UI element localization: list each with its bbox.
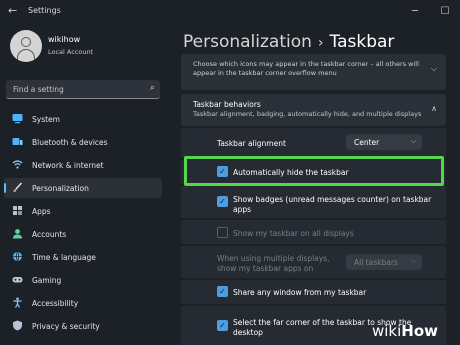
share-window-label[interactable]: Share any window from my taskbar xyxy=(233,288,366,297)
chevron-down-icon: ⌵ xyxy=(410,137,416,145)
search-placeholder: Find a setting xyxy=(13,85,64,94)
sidebar-item-bluetooth[interactable]: Bluetooth & devices xyxy=(4,132,162,152)
all-displays-checkbox[interactable] xyxy=(217,227,228,238)
sidebar-item-personalization[interactable]: Personalization xyxy=(4,178,162,198)
page-title: Personalization › Taskbar xyxy=(183,32,394,52)
share-window-checkbox[interactable]: ✓ xyxy=(217,286,228,297)
sidebar-item-label: Gaming xyxy=(32,276,62,285)
section-subtitle: Taskbar alignment, badging, automaticall… xyxy=(193,110,422,118)
taskbar-alignment-label: Taskbar alignment xyxy=(217,139,286,148)
sidebar-item-gaming[interactable]: Gaming xyxy=(4,270,162,290)
monitor-icon xyxy=(12,113,23,124)
sidebar-item-apps[interactable]: Apps xyxy=(4,201,162,221)
window-controls: ─ ☐ xyxy=(400,0,460,22)
breadcrumb-parent[interactable]: Personalization xyxy=(183,32,312,52)
sidebar-item-label: Personalization xyxy=(32,184,89,193)
breadcrumb-current: Taskbar xyxy=(329,32,395,52)
apps-icon xyxy=(12,205,23,216)
title-bar: ← Settings ─ ☐ xyxy=(0,0,460,24)
search-icon: ⌕ xyxy=(149,83,155,93)
sidebar-item-accounts[interactable]: Accounts xyxy=(4,224,162,244)
badges-checkbox[interactable]: ✓ xyxy=(217,196,228,207)
sidebar-item-time-language[interactable]: Time & language xyxy=(4,247,162,267)
back-arrow-icon[interactable]: ← xyxy=(8,4,17,17)
dropdown-value: Center xyxy=(354,138,380,147)
breadcrumb-separator: › xyxy=(317,35,324,51)
avatar-shoulders-shape xyxy=(17,49,35,62)
corner-overflow-card[interactable]: Choose which icons may appear in the tas… xyxy=(181,54,446,90)
section-title: Taskbar behaviors xyxy=(193,100,261,109)
sidebar-item-label: Network & internet xyxy=(32,161,104,170)
main-content: Personalization › Taskbar Choose which ico… xyxy=(170,24,460,345)
share-window-row: ✓ Share any window from my taskbar xyxy=(181,280,446,304)
taskbar-alignment-dropdown[interactable]: Center ⌵ xyxy=(346,134,422,150)
sidebar-item-label: Bluetooth & devices xyxy=(32,138,108,147)
account-type: Local Account xyxy=(48,48,94,56)
avatar-head-shape xyxy=(21,37,31,47)
shield-icon xyxy=(12,320,23,331)
checkmark-icon: ✓ xyxy=(219,196,226,206)
all-displays-label: Show my taskbar on all displays xyxy=(233,229,354,238)
badges-label[interactable]: Show badges (unread messages counter) on… xyxy=(233,195,433,215)
accessibility-icon xyxy=(12,297,23,308)
minimize-icon[interactable]: ─ xyxy=(400,0,430,22)
checkmark-icon: ✓ xyxy=(219,320,226,330)
active-indicator xyxy=(4,183,6,193)
sidebar-item-accessibility[interactable]: Accessibility xyxy=(4,293,162,313)
brush-icon xyxy=(12,182,23,193)
all-displays-row: Show my taskbar on all displays xyxy=(181,220,446,244)
taskbar-alignment-row: Taskbar alignment Center ⌵ xyxy=(181,128,446,158)
sidebar: wikihow Local Account Find a setting ⌕ S… xyxy=(0,24,170,345)
accounts-icon xyxy=(12,228,23,239)
globe-icon xyxy=(12,251,23,262)
chevron-down-icon: ⌵ xyxy=(410,257,416,265)
multi-display-row: When using multiple displays, show my ta… xyxy=(181,246,446,278)
far-corner-checkbox[interactable]: ✓ xyxy=(217,320,228,331)
gamepad-icon xyxy=(12,274,23,285)
bluetooth-icon xyxy=(12,136,23,147)
checkmark-icon: ✓ xyxy=(219,286,226,296)
chevron-up-icon[interactable]: ∧ xyxy=(431,104,437,113)
watermark-part1: wiki xyxy=(372,322,402,340)
avatar[interactable] xyxy=(10,30,42,62)
dropdown-value: All taskbars xyxy=(354,258,398,267)
maximize-icon[interactable]: ☐ xyxy=(430,0,460,22)
sidebar-item-label: Time & language xyxy=(32,253,96,262)
sidebar-item-label: Accounts xyxy=(32,230,67,239)
wifi-icon xyxy=(12,159,23,170)
sidebar-item-privacy[interactable]: Privacy & security xyxy=(4,316,162,336)
sidebar-item-system[interactable]: System xyxy=(4,109,162,129)
watermark-part2: How xyxy=(401,322,439,340)
multi-display-label: When using multiple displays, show my ta… xyxy=(217,254,330,273)
window-title: Settings xyxy=(28,6,61,15)
highlight-box xyxy=(184,156,444,186)
sidebar-item-label: Privacy & security xyxy=(32,322,100,331)
search-input[interactable]: Find a setting ⌕ xyxy=(6,80,160,99)
chevron-down-icon[interactable]: ⌵ xyxy=(431,64,437,74)
multi-display-dropdown[interactable]: All taskbars ⌵ xyxy=(346,254,422,270)
badges-row: ✓ Show badges (unread messages counter) … xyxy=(181,186,446,218)
wikihow-watermark: wikiHow xyxy=(372,322,438,340)
sidebar-item-network[interactable]: Network & internet xyxy=(4,155,162,175)
sidebar-item-label: Apps xyxy=(32,207,51,216)
sidebar-item-label: System xyxy=(32,115,60,124)
sidebar-item-label: Accessibility xyxy=(32,299,79,308)
corner-overflow-description: Choose which icons may appear in the tas… xyxy=(193,60,419,77)
user-name: wikihow xyxy=(48,35,81,44)
